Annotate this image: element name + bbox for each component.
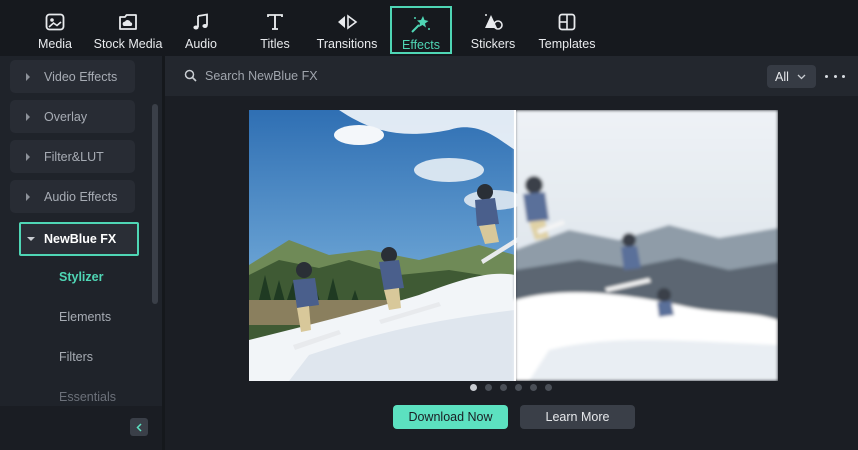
sidebar-item-filter-lut[interactable]: Filter&LUT bbox=[10, 140, 135, 173]
caret-right-icon bbox=[24, 192, 32, 201]
carousel-dot[interactable] bbox=[515, 384, 522, 391]
toolbar-stock-media[interactable]: Stock Media bbox=[92, 6, 164, 53]
toolbar-templates[interactable]: Templates bbox=[536, 6, 598, 53]
caret-right-icon bbox=[24, 72, 32, 81]
toolbar-effects[interactable]: Effects bbox=[390, 6, 452, 54]
toolbar-audio[interactable]: Audio bbox=[178, 6, 224, 53]
chevron-down-icon bbox=[797, 74, 806, 80]
sidebar-item-audio-effects[interactable]: Audio Effects bbox=[10, 180, 135, 213]
carousel-dot[interactable] bbox=[530, 384, 537, 391]
sidebar-item-video-effects[interactable]: Video Effects bbox=[10, 60, 135, 93]
sidebar-item-newblue-fx[interactable]: NewBlue FX bbox=[19, 222, 139, 256]
magic-wand-icon bbox=[410, 13, 432, 34]
carousel-dot[interactable] bbox=[470, 384, 477, 391]
sidebar-item-label: NewBlue FX bbox=[44, 232, 117, 246]
more-dot bbox=[833, 74, 837, 78]
caret-down-icon bbox=[27, 235, 35, 243]
toolbar-titles-label: Titles bbox=[260, 37, 290, 51]
toolbar-transitions[interactable]: Transitions bbox=[314, 6, 380, 53]
toolbar-media[interactable]: Media bbox=[32, 6, 78, 53]
carousel-dot[interactable] bbox=[485, 384, 492, 391]
chevron-left-icon bbox=[136, 422, 142, 432]
sidebar-scrollbar[interactable] bbox=[152, 104, 158, 304]
toolbar-effects-label: Effects bbox=[402, 38, 440, 52]
search-input[interactable] bbox=[205, 66, 645, 86]
collapse-sidebar-button[interactable] bbox=[130, 418, 148, 436]
carousel-dots bbox=[470, 384, 552, 391]
more-options-button[interactable] bbox=[825, 68, 845, 84]
toolbar-stickers[interactable]: Stickers bbox=[470, 6, 516, 53]
caret-right-icon bbox=[24, 112, 32, 121]
filter-selected-value: All bbox=[775, 69, 789, 84]
toolbar-stock-media-label: Stock Media bbox=[93, 37, 163, 51]
music-note-icon bbox=[190, 11, 212, 33]
effects-main-panel: All bbox=[165, 56, 858, 450]
text-t-icon bbox=[264, 11, 286, 33]
sidebar-item-label: Audio Effects bbox=[44, 189, 118, 204]
search-icon bbox=[184, 69, 197, 87]
caret-right-icon bbox=[24, 152, 32, 161]
media-icon bbox=[44, 11, 66, 33]
sidebar-item-label: Video Effects bbox=[44, 69, 118, 84]
sidebar-item-overlay[interactable]: Overlay bbox=[10, 100, 135, 133]
sidebar-subitem-elements[interactable]: Elements bbox=[59, 310, 111, 324]
filter-dropdown[interactable]: All bbox=[767, 65, 816, 88]
sidebar-item-label: Overlay bbox=[44, 109, 88, 124]
sidebar-subitem-essentials[interactable]: Essentials bbox=[59, 390, 116, 404]
templates-grid-icon bbox=[556, 11, 578, 33]
carousel-dot[interactable] bbox=[500, 384, 507, 391]
effect-preview-image bbox=[249, 110, 778, 381]
carousel-dot[interactable] bbox=[545, 384, 552, 391]
transition-arrow-icon bbox=[336, 11, 358, 33]
sidebar-item-label: Filter&LUT bbox=[44, 149, 104, 164]
toolbar-templates-label: Templates bbox=[538, 37, 596, 51]
sidebar-subitem-stylizer[interactable]: Stylizer bbox=[59, 270, 103, 284]
download-now-button[interactable]: Download Now bbox=[393, 405, 508, 429]
more-dot bbox=[825, 74, 828, 78]
toolbar-titles[interactable]: Titles bbox=[252, 6, 298, 53]
sidebar-subitem-filters[interactable]: Filters bbox=[59, 350, 93, 364]
search-bar: All bbox=[165, 56, 858, 96]
top-toolbar: Media Stock Media Audio Titles Transitio… bbox=[0, 0, 858, 56]
effects-sidebar: Video Effects Overlay Filter&LUT Audio E… bbox=[0, 56, 162, 450]
learn-more-button[interactable]: Learn More bbox=[520, 405, 635, 429]
toolbar-stickers-label: Stickers bbox=[470, 37, 516, 51]
stock-media-icon bbox=[117, 11, 139, 33]
toolbar-media-label: Media bbox=[37, 37, 73, 51]
sticker-icon bbox=[482, 11, 504, 33]
toolbar-audio-label: Audio bbox=[185, 37, 217, 51]
more-dot bbox=[842, 74, 845, 78]
toolbar-transitions-label: Transitions bbox=[316, 37, 378, 51]
